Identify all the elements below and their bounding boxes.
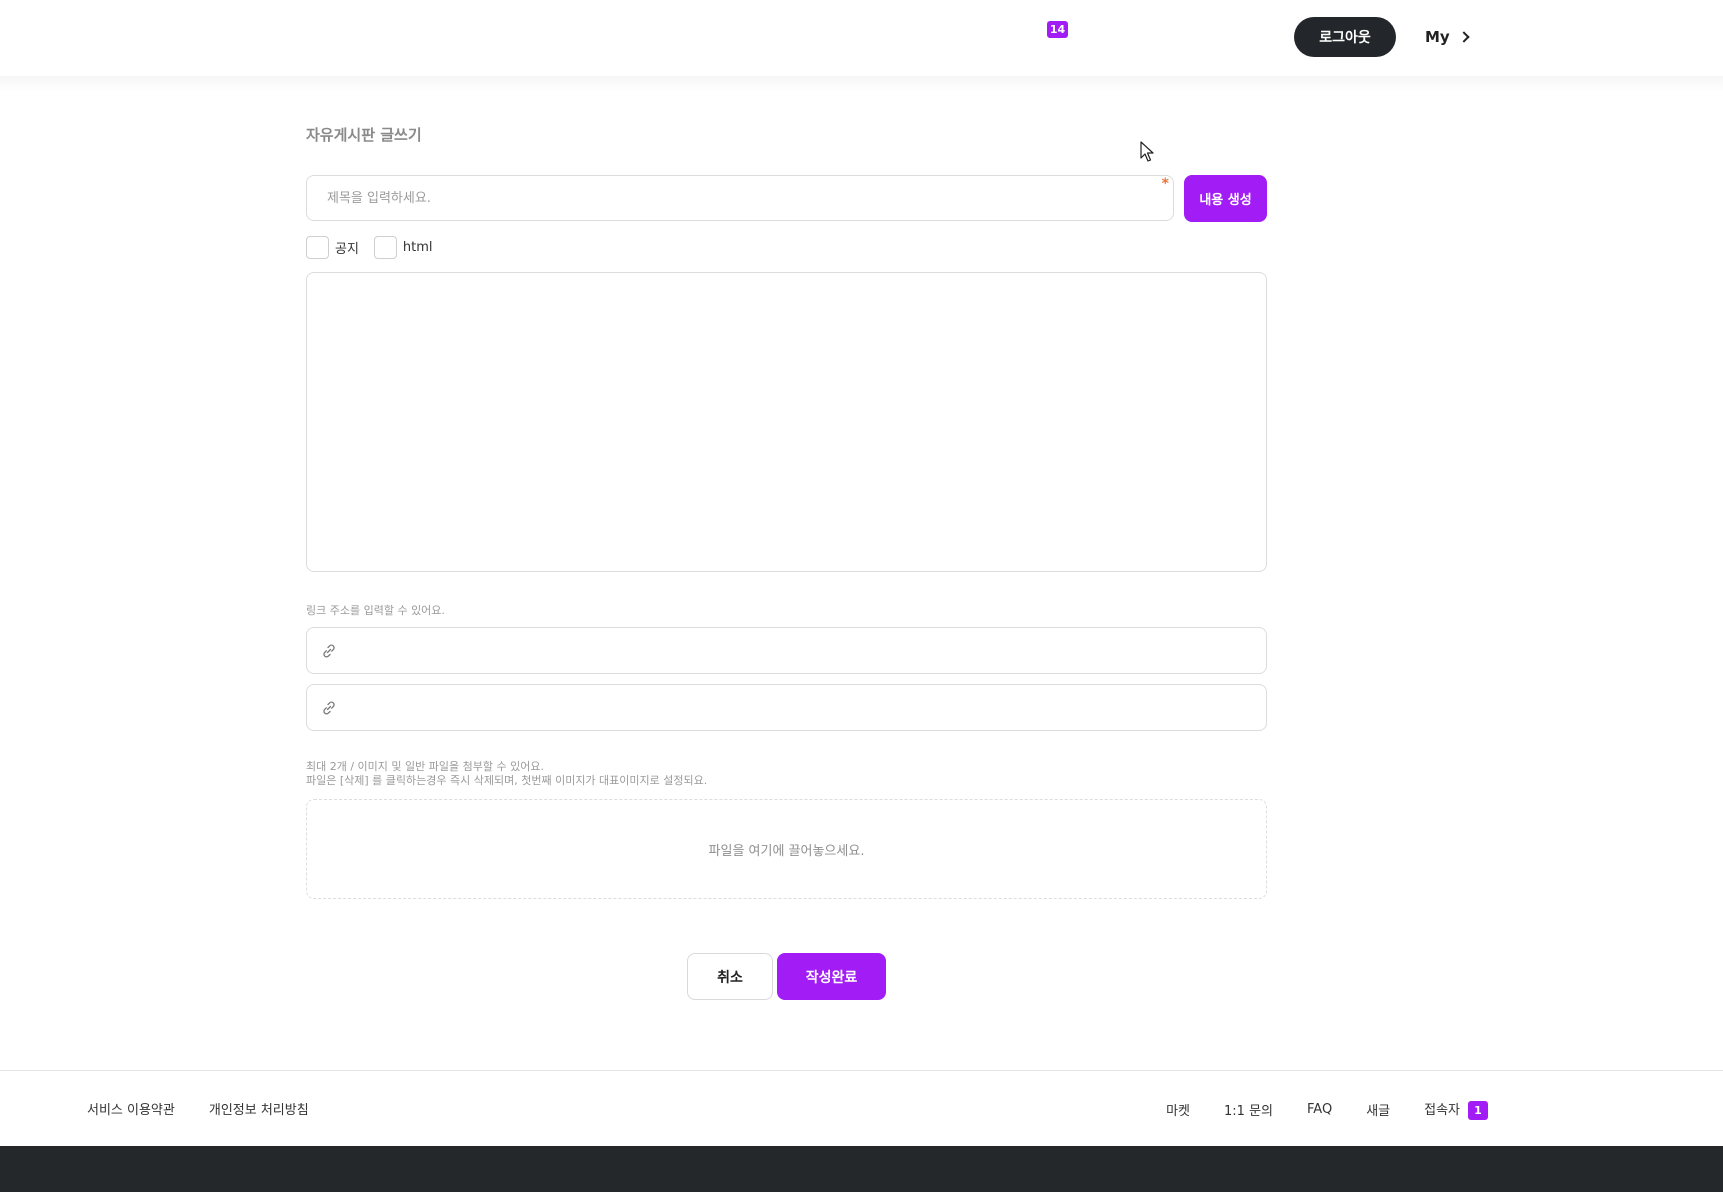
cancel-button[interactable]: 취소	[687, 953, 773, 1000]
footer-bottom-bar	[0, 1146, 1723, 1192]
visitors-link[interactable]: 접속자 1	[1424, 1099, 1488, 1120]
file-dropzone[interactable]: 파일을 여기에 끌어놓으세요.	[306, 799, 1267, 899]
logout-button[interactable]: 로그아웃	[1294, 17, 1396, 57]
header-divider	[0, 76, 1723, 92]
faq-link[interactable]: FAQ	[1307, 1102, 1332, 1117]
new-posts-link[interactable]: 새글	[1366, 1100, 1390, 1119]
notification-badge[interactable]: 14	[1047, 21, 1068, 38]
link-icon	[323, 644, 335, 657]
my-page-label: My	[1425, 28, 1450, 46]
generate-content-button[interactable]: 내용 생성	[1184, 175, 1267, 222]
submit-button[interactable]: 작성완료	[777, 953, 886, 1000]
required-mark: *	[1161, 176, 1169, 192]
link-input-2[interactable]	[347, 684, 1266, 731]
link-icon	[323, 701, 335, 714]
html-checkbox-label: html	[402, 240, 433, 255]
title-input[interactable]	[307, 176, 1173, 220]
file-hint: 최대 2개 / 이미지 및 일반 파일을 첨부할 수 있어요. 파일은 [삭제]…	[306, 760, 707, 788]
visitor-count-badge: 1	[1468, 1101, 1488, 1120]
file-hint-line-2: 파일은 [삭제] 를 클릭하는경우 즉시 삭제되며, 첫번째 이미지가 대표이미…	[306, 774, 708, 787]
html-checkbox[interactable]: html	[373, 236, 433, 259]
content-editor[interactable]	[306, 272, 1267, 572]
html-checkbox-box[interactable]	[373, 236, 397, 259]
privacy-link[interactable]: 개인정보 처리방침	[209, 1099, 309, 1118]
link-field-2[interactable]	[306, 684, 1267, 731]
page-title: 자유게시판 글쓰기	[306, 126, 422, 144]
notice-checkbox-label: 공지	[335, 242, 359, 257]
chevron-right-icon	[1458, 31, 1470, 43]
inquiry-link[interactable]: 1:1 문의	[1224, 1100, 1273, 1119]
footer-right-links: 마켓 1:1 문의 FAQ 새글 접속자 1	[1132, 1099, 1488, 1120]
option-checkboxes: 공지 html	[306, 235, 448, 260]
terms-link[interactable]: 서비스 이용약관	[87, 1099, 175, 1118]
footer-left-links: 서비스 이용약관 개인정보 처리방침	[87, 1099, 343, 1118]
footer-divider	[0, 1070, 1723, 1071]
notice-checkbox-box[interactable]	[306, 236, 329, 259]
file-hint-line-1: 최대 2개 / 이미지 및 일반 파일을 첨부할 수 있어요.	[306, 760, 544, 773]
notice-checkbox[interactable]: 공지	[306, 236, 359, 259]
link-field-1[interactable]	[306, 627, 1267, 674]
market-link[interactable]: 마켓	[1166, 1100, 1190, 1119]
title-field[interactable]: *	[306, 175, 1174, 221]
mouse-cursor-icon	[1140, 141, 1154, 167]
link-hint: 링크 주소를 입력할 수 있어요.	[306, 604, 445, 617]
link-input-1[interactable]	[347, 627, 1266, 674]
my-page-link[interactable]: My	[1425, 25, 1470, 49]
visitors-label: 접속자	[1424, 1103, 1460, 1118]
top-header: 14 로그아웃 My	[0, 0, 1723, 76]
